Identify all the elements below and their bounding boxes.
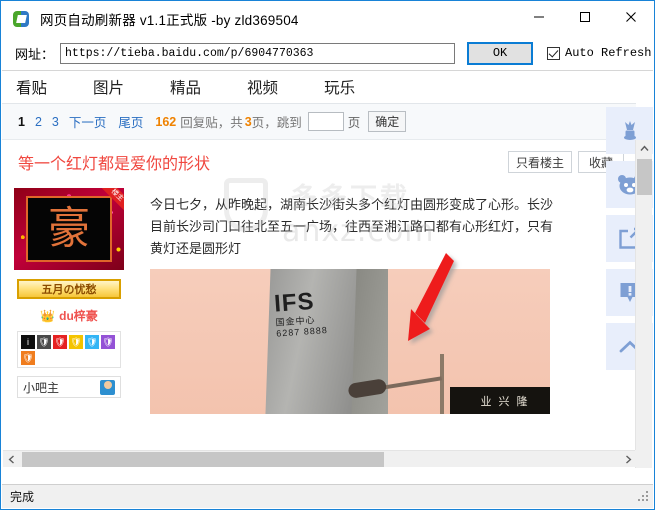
page-number-2[interactable]: 2 [35, 115, 42, 129]
moderator-row[interactable]: 小吧主 [17, 376, 121, 398]
badge-shield-orange-icon: 🛡 [21, 351, 35, 365]
badge-shield-red-icon: 🛡 [53, 335, 67, 349]
vertical-scrollbar[interactable] [635, 140, 652, 468]
last-page-link[interactable]: 尾页 [118, 112, 143, 131]
moderator-avatar[interactable] [100, 379, 115, 395]
app-logo-icon [13, 10, 31, 28]
user-level-badge: 五月の忧愁 [17, 279, 121, 299]
reply-count-label: 回复贴，共 [180, 116, 243, 130]
post-line-3: 黄灯还是圆形灯 [150, 241, 242, 256]
badge-info-icon: i [21, 335, 35, 349]
checkbox-box[interactable] [547, 46, 561, 60]
application-window: 网页自动刷新器 v1.1正式版 -by zld369504 网址： OK Aut… [0, 0, 655, 510]
status-text: 完成 [10, 490, 35, 504]
username-row[interactable]: 👑 du梓豪 [14, 307, 124, 324]
scroll-left-button[interactable] [3, 451, 20, 468]
url-label: 网址： [15, 46, 55, 62]
post-image[interactable]: IFS 国金中心 6287 8888 业 兴 隆 [150, 269, 550, 414]
only-op-button[interactable]: 只看楼主 [507, 151, 572, 173]
reply-count: 162 [155, 114, 177, 129]
resize-grip[interactable] [638, 490, 650, 503]
street-board: 业 兴 隆 [450, 387, 550, 414]
jump-label: 页，跳到 [251, 116, 302, 130]
post-line-1: 今日七夕，从昨晚起，湖南长沙街头多个红灯由圆形变成了心形。长沙 [150, 197, 554, 212]
forum-tabbar: 看贴 图片 精品 视频 玩乐 [2, 71, 636, 104]
pagination-bar: 1 2 3 下一页 尾页 162 回复贴，共 3 页，跳到 页 确定 [2, 104, 636, 140]
browser-view: 看贴 图片 精品 视频 玩乐 1 2 3 下一页 尾页 162 回复贴，共 3 … [2, 70, 653, 468]
total-pages: 3 [244, 114, 252, 129]
post-container: 豪 楼主 五月の忧愁 👑 du梓豪 i 🛡 🛡 🛡 🛡 🛡 🛡 小吧主 今日七夕… [2, 178, 636, 414]
web-page: 看贴 图片 精品 视频 玩乐 1 2 3 下一页 尾页 162 回复贴，共 3 … [2, 71, 636, 452]
badge-shield-purple-icon: 🛡 [101, 335, 115, 349]
auto-refresh-checkbox[interactable]: Auto Refresh [547, 46, 651, 60]
jump-confirm-button[interactable]: 确定 [368, 111, 407, 132]
window-title: 网页自动刷新器 v1.1正式版 -by zld369504 [40, 13, 299, 28]
username-label: du梓豪 [59, 309, 98, 323]
badge-shield-gray-icon: 🛡 [37, 335, 51, 349]
thread-header: 等一个红灯都是爱你的形状 只看楼主 收藏 [2, 140, 636, 184]
tab-jingpin[interactable]: 精品 [170, 76, 201, 98]
ok-button[interactable]: OK [467, 41, 534, 65]
tab-wanle[interactable]: 玩乐 [324, 76, 355, 98]
horizontal-scroll-thumb[interactable] [22, 452, 384, 467]
badge-shield-blue-icon: 🛡 [85, 335, 99, 349]
scroll-up-button[interactable] [636, 140, 653, 157]
window-controls [516, 1, 654, 37]
badge-shield-yellow-icon: 🛡 [69, 335, 83, 349]
page-number-3[interactable]: 3 [52, 115, 59, 129]
op-ribbon: 楼主 [95, 188, 124, 217]
post-body: 今日七夕，从昨晚起，湖南长沙街头多个红灯由圆形变成了心形。长沙 目前长沙司门口往… [134, 178, 636, 414]
vertical-scroll-thumb[interactable] [637, 159, 652, 195]
address-toolbar: 网址： OK Auto Refresh [1, 37, 654, 69]
maximize-button[interactable] [562, 1, 608, 33]
moderator-label: 小吧主 [23, 380, 60, 395]
avatar-character: 豪 [48, 203, 90, 254]
post-line-2: 目前长沙司门口往北至五一广场，往西至湘江路口都有心形红灯，只有 [150, 219, 554, 234]
minimize-button[interactable] [516, 1, 562, 33]
page-unit-label: 页 [347, 116, 361, 130]
close-button[interactable] [608, 1, 654, 33]
url-input[interactable] [60, 42, 456, 64]
status-bar: 完成 [2, 484, 653, 508]
tab-tupian[interactable]: 图片 [93, 76, 124, 98]
scrollbar-corner [635, 450, 652, 467]
user-badges: i 🛡 🛡 🛡 🛡 🛡 🛡 [17, 331, 121, 368]
tab-shipin[interactable]: 视频 [247, 76, 278, 98]
building-sign: IFS 国金中心 6287 8888 [273, 288, 353, 339]
crown-icon: 👑 [40, 308, 56, 323]
user-card: 豪 楼主 五月の忧愁 👑 du梓豪 i 🛡 🛡 🛡 🛡 🛡 🛡 小吧主 [14, 184, 134, 414]
op-ribbon-label: 楼主 [97, 188, 124, 215]
title-bar: 网页自动刷新器 v1.1正式版 -by zld369504 [1, 1, 654, 37]
horizontal-scrollbar[interactable] [3, 450, 637, 467]
jump-page-input[interactable] [307, 112, 344, 131]
tab-kantie[interactable]: 看贴 [16, 76, 47, 98]
page-number-1[interactable]: 1 [18, 115, 25, 129]
next-page-link[interactable]: 下一页 [69, 112, 107, 131]
avatar[interactable]: 豪 楼主 [14, 188, 124, 270]
thread-title: 等一个红灯都是爱你的形状 [18, 156, 211, 173]
auto-refresh-label: Auto Refresh [565, 46, 652, 60]
